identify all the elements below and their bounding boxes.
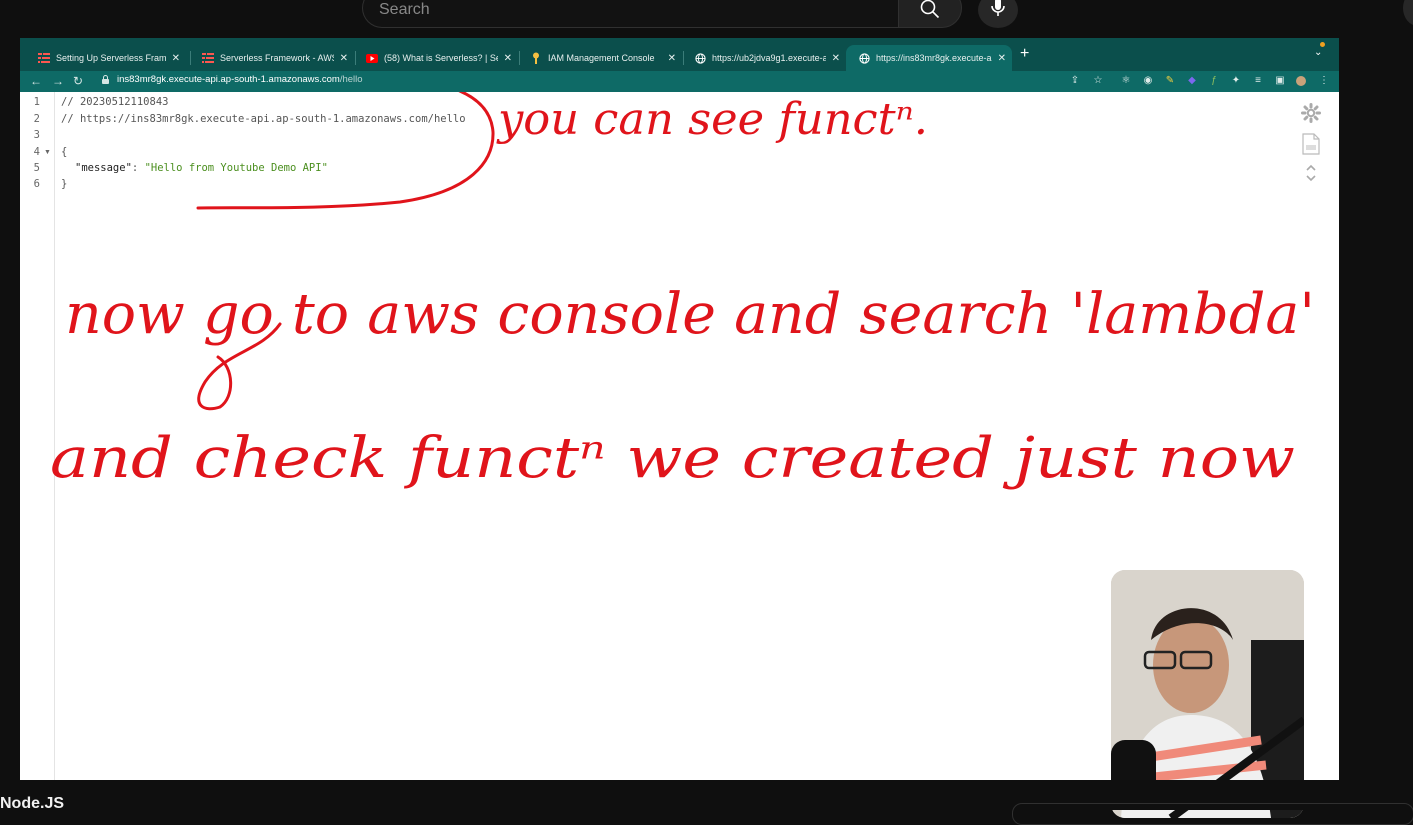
url-host: ins83mr8gk.execute-api.ap-south-1.amazon…: [117, 74, 340, 85]
youtube-search-input[interactable]: Search: [362, 0, 898, 28]
youtube-search-button[interactable]: [898, 0, 962, 28]
annotation-text-line-2: now go to aws console and search 'lambda…: [65, 282, 1315, 347]
share-icon[interactable]: ⇪: [1070, 76, 1080, 86]
close-icon[interactable]: ✕: [340, 53, 348, 64]
forward-arrow-icon[interactable]: →: [52, 74, 64, 88]
annotation-text-line-1: you can see functⁿ.: [496, 94, 928, 145]
youtube-voice-search-button[interactable]: [978, 0, 1018, 28]
aws-key-icon: [530, 52, 542, 64]
tab-execute-api-2[interactable]: https://ins83mr8gk.execute-api.ap-south-…: [846, 45, 1012, 71]
tab-title: Serverless Framework - AWS Credentials: [220, 53, 334, 63]
tab-serverless-aws[interactable]: Serverless Framework - AWS Credentials ✕: [190, 45, 354, 71]
lock-icon: [102, 75, 109, 84]
tab-title: IAM Management Console: [548, 53, 655, 63]
close-icon[interactable]: ✕: [172, 53, 180, 64]
tab-title: https://ub2jdva9g1.execute-api.ap-south-…: [712, 53, 826, 63]
extension-cube-icon[interactable]: ◆: [1187, 76, 1197, 86]
youtube-icon: [366, 52, 378, 64]
extension-react-icon[interactable]: ⚛: [1121, 76, 1131, 86]
youtube-create-button[interactable]: [1403, 0, 1413, 26]
close-icon[interactable]: ✕: [998, 53, 1006, 64]
youtube-top-bar: Search: [0, 0, 1413, 38]
tab-strip: Setting Up Serverless Framework ✕ Server…: [20, 38, 1339, 71]
json-viewer: 1 2 3 4 ▼ 5 6 // 20230512110843 // https…: [20, 92, 1339, 818]
avatar[interactable]: [1296, 76, 1306, 86]
close-icon[interactable]: ✕: [668, 53, 676, 64]
address-bar[interactable]: ins83mr8gk.execute-api.ap-south-1.amazon…: [117, 74, 363, 85]
tab-youtube-serverless[interactable]: (58) What is Serverless? | Serverless ✕: [354, 45, 518, 71]
browser-toolbar: ← → ↻ ins83mr8gk.execute-api.ap-south-1.…: [20, 71, 1339, 92]
more-menu-icon[interactable]: ⋮: [1319, 76, 1329, 86]
serverless-icon: [202, 52, 214, 64]
tab-setting-up-serverless[interactable]: Setting Up Serverless Framework ✕: [26, 45, 186, 71]
serverless-icon: [38, 52, 50, 64]
back-arrow-icon[interactable]: ←: [30, 74, 42, 88]
tab-title: Setting Up Serverless Framework: [56, 53, 166, 63]
extension-pen-icon[interactable]: ✎: [1165, 76, 1175, 86]
search-icon: [920, 0, 940, 19]
side-panel-icon[interactable]: ▣: [1275, 76, 1285, 86]
search-placeholder: Search: [379, 1, 430, 18]
tab-execute-api-1[interactable]: https://ub2jdva9g1.execute-api.ap-south-…: [682, 45, 846, 71]
channel-title: Node.JS: [0, 795, 65, 812]
browser-window: Setting Up Serverless Framework ✕ Server…: [20, 38, 1339, 818]
extensions-puzzle-icon[interactable]: ✦: [1231, 76, 1241, 86]
tab-title: https://ins83mr8gk.execute-api.ap-south-…: [876, 53, 992, 63]
chevron-down-icon[interactable]: ⌄: [1314, 47, 1322, 58]
annotation-text-line-3: and check functⁿ we created just now: [50, 426, 1295, 491]
annotation-circle-scribble: [196, 92, 495, 210]
reload-icon[interactable]: ↻: [73, 74, 83, 88]
microphone-icon: [991, 0, 1005, 16]
bookmark-star-icon[interactable]: ☆: [1093, 76, 1103, 86]
comment-input-outline[interactable]: [1012, 803, 1413, 825]
url-path: /hello: [339, 74, 363, 85]
globe-icon: [694, 52, 706, 64]
close-icon[interactable]: ✕: [832, 53, 840, 64]
close-icon[interactable]: ✕: [504, 53, 512, 64]
extension-circle-icon[interactable]: ◉: [1143, 76, 1153, 86]
extension-f-icon[interactable]: ƒ: [1209, 76, 1219, 86]
tab-title: (58) What is Serverless? | Serverless: [384, 53, 498, 63]
new-tab-button[interactable]: +: [1020, 46, 1034, 62]
reading-list-icon[interactable]: ≡: [1253, 76, 1263, 86]
globe-icon: [858, 52, 870, 64]
tab-iam-console[interactable]: IAM Management Console ✕: [518, 45, 682, 71]
